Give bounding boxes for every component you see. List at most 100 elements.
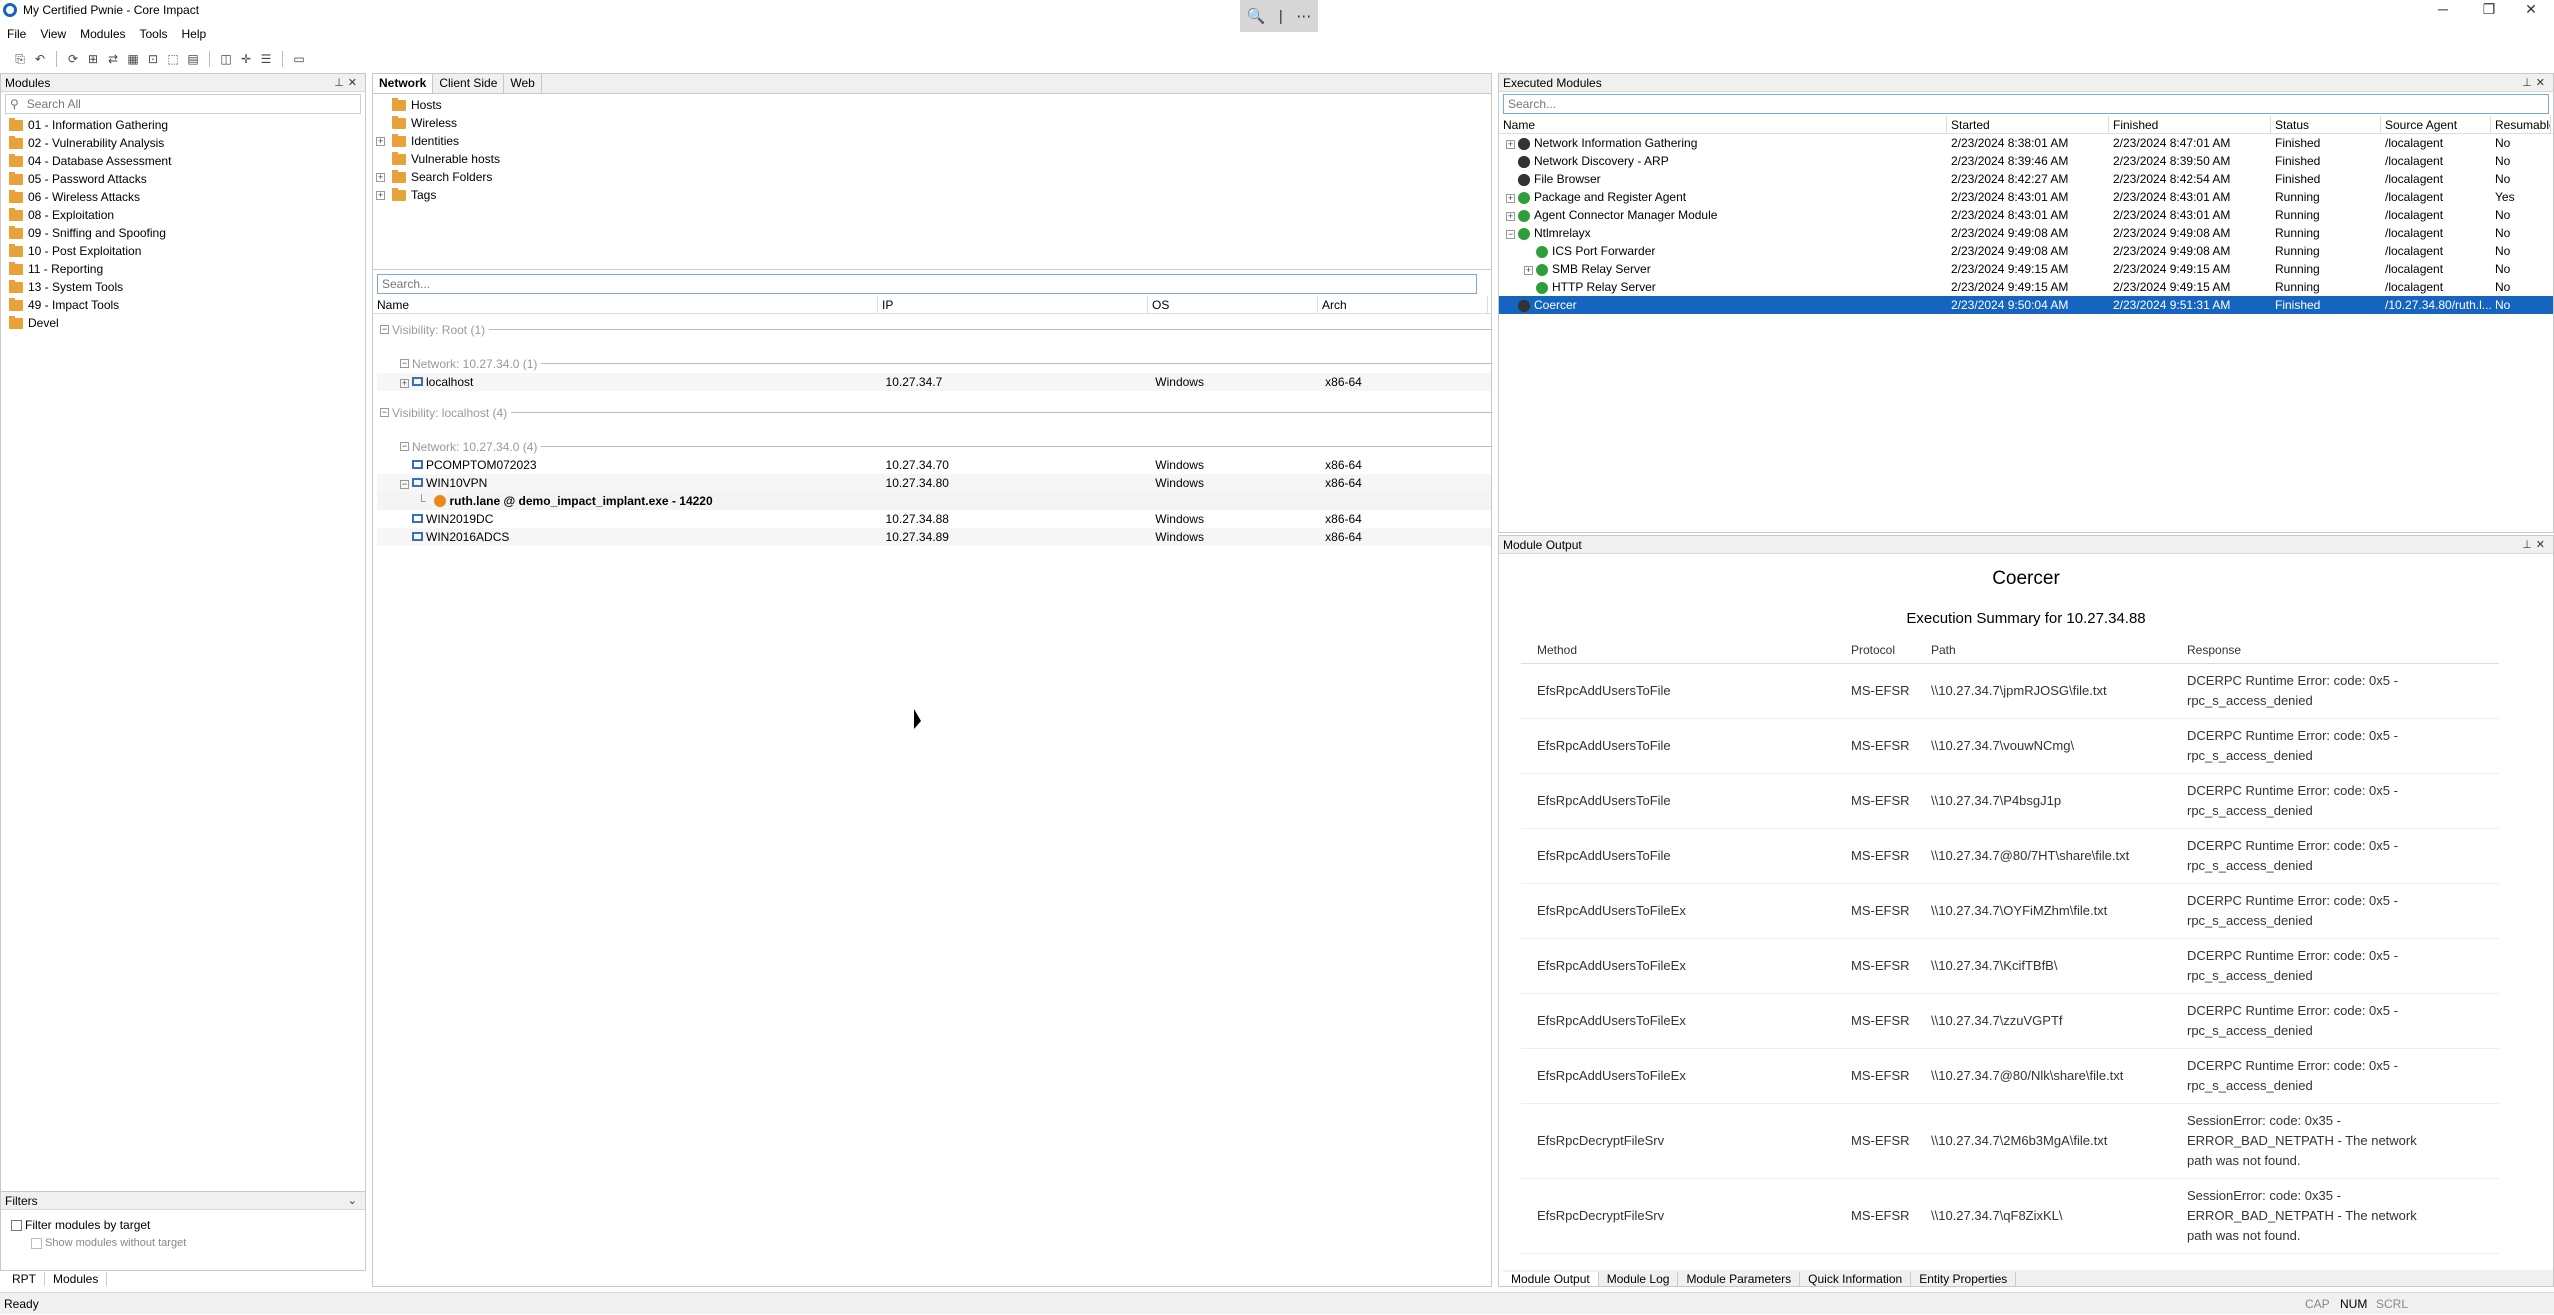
tree-node[interactable]: + Search Folders <box>373 168 1491 186</box>
panel-pin-close-icon[interactable]: ⊥✕ <box>334 76 361 89</box>
col-os[interactable]: OS <box>1148 296 1318 313</box>
executed-row[interactable]: − Ntlmrelayx 2/23/2024 9:49:08 AM 2/23/2024… <box>1499 224 2553 242</box>
collapse-icon[interactable]: − <box>380 325 389 334</box>
module-folder[interactable]: Devel <box>1 314 365 332</box>
tab-network[interactable]: Network <box>373 74 434 93</box>
group-header[interactable]: − Visibility: Root (1) <box>377 320 1491 339</box>
executed-row[interactable]: Network Discovery - ARP 2/23/2024 8:39:46… <box>1499 152 2553 170</box>
collapse-icon[interactable]: − <box>400 480 409 489</box>
copy-icon[interactable]: ⎘ <box>12 51 28 67</box>
zoom-icon[interactable]: 🔍 <box>1247 7 1266 25</box>
layout-icon[interactable]: ◫ <box>218 51 234 67</box>
module-folder[interactable]: 02 - Vulnerability Analysis <box>1 134 365 152</box>
col-finished[interactable]: Finished <box>2109 116 2271 133</box>
menu-help[interactable]: Help <box>175 27 214 41</box>
undo-icon[interactable]: ↶ <box>32 51 48 67</box>
table-row[interactable]: + localhost 10.27.34.7 Windows x86-64 <box>377 373 1491 391</box>
group-header[interactable]: − Visibility: localhost (4) <box>377 403 1491 422</box>
executed-row[interactable]: + Agent Connector Manager Module 2/23/2024… <box>1499 206 2553 224</box>
tab-module-output[interactable]: Module Output <box>1503 1272 1599 1286</box>
module-folder[interactable]: 49 - Impact Tools <box>1 296 365 314</box>
expand-icon[interactable]: + <box>376 136 385 146</box>
show-without-target-checkbox[interactable]: Show modules without target <box>1 1234 365 1252</box>
tree-node[interactable]: Vulnerable hosts <box>373 150 1491 168</box>
calendar-icon[interactable]: ▭ <box>291 51 307 67</box>
agent-icon[interactable]: ⬚ <box>165 51 181 67</box>
executed-row[interactable]: + SMB Relay Server 2/23/2024 9:49:15 AM 2/2… <box>1499 260 2553 278</box>
tab-module-log[interactable]: Module Log <box>1599 1272 1679 1286</box>
tab-web[interactable]: Web <box>504 74 542 93</box>
move-icon[interactable]: ✛ <box>238 51 254 67</box>
tree-node[interactable]: Hosts <box>373 96 1491 114</box>
tree-node[interactable]: + Tags <box>373 186 1491 204</box>
expand-icon[interactable]: + <box>400 379 409 388</box>
panel-pin-close-icon[interactable]: ⊥✕ <box>2522 538 2549 551</box>
module-folder[interactable]: 11 - Reporting <box>1 260 365 278</box>
tree-icon[interactable]: ☰ <box>258 51 274 67</box>
module-folder[interactable]: 04 - Database Assessment <box>1 152 365 170</box>
table-row[interactable]: WIN2019DC 10.27.34.88 Windows x86-64 <box>377 510 1491 528</box>
collapse-icon[interactable]: − <box>1506 230 1515 239</box>
menu-view[interactable]: View <box>33 27 73 41</box>
connect-icon[interactable]: ⇄ <box>105 51 121 67</box>
panel-pin-close-icon[interactable]: ⊥✕ <box>2522 76 2549 89</box>
floating-toolbar[interactable]: 🔍 | ⋯ <box>1240 0 1318 32</box>
executed-row[interactable]: Coercer 2/23/2024 9:50:04 AM 2/23/2024 9:5… <box>1499 296 2553 314</box>
agent-row[interactable]: └ ruth.lane @ demo_impact_implant.exe - 1… <box>377 492 1491 510</box>
tab-modules[interactable]: Modules <box>45 1272 108 1286</box>
tab-rpt[interactable]: RPT <box>4 1272 45 1286</box>
table-row[interactable]: − WIN10VPN 10.27.34.80 Windows x86-64 <box>377 474 1491 492</box>
col-name[interactable]: Name <box>1499 116 1947 133</box>
expand-icon[interactable]: + <box>1506 140 1515 149</box>
module-folder[interactable]: 05 - Password Attacks <box>1 170 365 188</box>
executed-row[interactable]: + Package and Register Agent 2/23/2024 8:4… <box>1499 188 2553 206</box>
col-started[interactable]: Started <box>1947 116 2109 133</box>
col-resumable[interactable]: Resumable <box>2491 116 2551 133</box>
tab-quick-information[interactable]: Quick Information <box>1800 1272 1912 1286</box>
chevron-down-icon[interactable]: ⌄ <box>348 1194 361 1207</box>
module-folder[interactable]: 06 - Wireless Attacks <box>1 188 365 206</box>
expand-icon[interactable]: + <box>1524 266 1533 275</box>
expand-icon[interactable]: + <box>376 172 385 182</box>
output-content[interactable]: Coercer Execution Summary for 10.27.34.8… <box>1499 554 2553 1254</box>
menu-tools[interactable]: Tools <box>133 27 175 41</box>
module-folder[interactable]: 13 - System Tools <box>1 278 365 296</box>
network-search-input[interactable]: Search... <box>377 274 1477 294</box>
col-name[interactable]: Name <box>373 296 878 313</box>
minimize-button[interactable]: ─ <box>2420 0 2466 19</box>
tree-node[interactable]: Wireless <box>373 114 1491 132</box>
tab-module-parameters[interactable]: Module Parameters <box>1678 1272 1801 1286</box>
executed-row[interactable]: File Browser 2/23/2024 8:42:27 AM 2/23/202… <box>1499 170 2553 188</box>
module-folder[interactable]: 01 - Information Gathering <box>1 116 365 134</box>
col-source-agent[interactable]: Source Agent <box>2381 116 2491 133</box>
expand-icon[interactable]: + <box>1506 194 1515 203</box>
network-icon[interactable]: ⊞ <box>85 51 101 67</box>
expand-icon[interactable]: + <box>1506 212 1515 221</box>
collapse-icon[interactable]: − <box>380 408 389 417</box>
tab-client-side[interactable]: Client Side <box>433 74 505 93</box>
col-arch[interactable]: Arch <box>1318 296 1488 313</box>
more-icon[interactable]: ⋯ <box>1296 7 1311 25</box>
chart-icon[interactable]: ▤ <box>185 51 201 67</box>
col-ip[interactable]: IP <box>878 296 1148 313</box>
target-icon[interactable]: ⊡ <box>145 51 161 67</box>
close-button[interactable]: ✕ <box>2508 0 2554 19</box>
executed-search-input[interactable]: Search... <box>1503 94 2549 114</box>
menu-file[interactable]: File <box>0 27 33 41</box>
filter-by-target-checkbox[interactable]: Filter modules by target <box>1 1216 365 1234</box>
tab-entity-properties[interactable]: Entity Properties <box>1911 1272 2017 1286</box>
table-row[interactable]: WIN2016ADCS 10.27.34.89 Windows x86-64 <box>377 528 1491 546</box>
module-folder[interactable]: 10 - Post Exploitation <box>1 242 365 260</box>
group-header[interactable]: − Network: 10.27.34.0 (4) <box>377 437 1491 456</box>
executed-row[interactable]: + Network Information Gathering 2/23/2024 … <box>1499 134 2553 152</box>
collapse-icon[interactable]: − <box>400 442 409 451</box>
group-header[interactable]: − Network: 10.27.34.0 (1) <box>377 354 1491 373</box>
modules-search-input[interactable]: ⚲ Search All <box>5 94 361 114</box>
refresh-icon[interactable]: ⟳ <box>65 51 81 67</box>
grid-icon[interactable]: ▦ <box>125 51 141 67</box>
executed-row[interactable]: HTTP Relay Server 2/23/2024 9:49:15 AM 2/2… <box>1499 278 2553 296</box>
col-status[interactable]: Status <box>2271 116 2381 133</box>
executed-row[interactable]: ICS Port Forwarder 2/23/2024 9:49:08 AM 2/… <box>1499 242 2553 260</box>
module-folder[interactable]: 08 - Exploitation <box>1 206 365 224</box>
menu-modules[interactable]: Modules <box>73 27 132 41</box>
